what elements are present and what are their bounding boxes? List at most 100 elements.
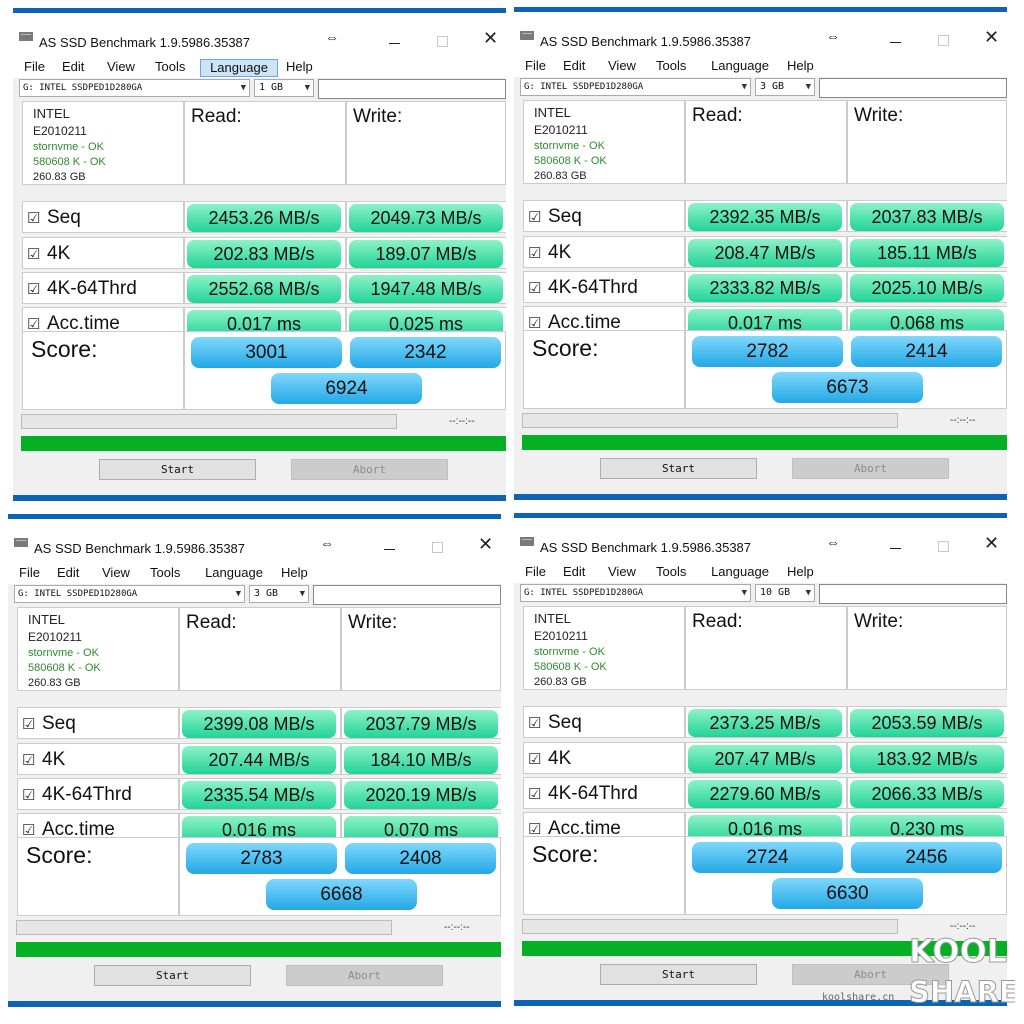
checkbox-seq[interactable]: ☑ bbox=[528, 714, 541, 732]
start-button[interactable]: Start bbox=[94, 965, 251, 986]
score-read: 3001 bbox=[191, 337, 342, 368]
abort-button[interactable]: Abort bbox=[286, 965, 443, 986]
menu-edit[interactable]: Edit bbox=[560, 564, 588, 582]
menu-tools[interactable]: Tools bbox=[152, 59, 188, 77]
close-icon[interactable]: ✕ bbox=[478, 534, 493, 554]
resize-icon: ⇔ bbox=[826, 534, 840, 550]
minimize-icon[interactable] bbox=[890, 42, 901, 43]
menu-view[interactable]: View bbox=[99, 565, 133, 583]
checkbox-4k[interactable]: ☑ bbox=[27, 245, 40, 263]
row-4k-64thrd[interactable]: ☑ 4K-64Thrd bbox=[523, 271, 685, 303]
abort-button[interactable]: Abort bbox=[792, 458, 949, 479]
close-icon[interactable]: ✕ bbox=[483, 28, 498, 48]
menu-language[interactable]: Language bbox=[701, 58, 779, 76]
read-result-seq: 2399.08 MB/s bbox=[182, 710, 336, 738]
row-seq[interactable]: ☑ Seq bbox=[22, 201, 184, 233]
menu-tools[interactable]: Tools bbox=[653, 58, 689, 76]
drive-info-panel: INTEL E2010211 stornvme - OK 580608 K - … bbox=[22, 101, 184, 185]
write-header: Write: bbox=[847, 100, 1007, 184]
menu-file[interactable]: File bbox=[522, 58, 549, 76]
title-bar[interactable]: AS SSD Benchmark 1.9.5986.35387 ⇔ ✕ bbox=[13, 13, 506, 56]
start-button[interactable]: Start bbox=[99, 459, 256, 480]
menu-view[interactable]: View bbox=[605, 58, 639, 76]
menu-tools[interactable]: Tools bbox=[147, 565, 183, 583]
test-size-select[interactable]: 3 GB ▼ bbox=[249, 585, 309, 603]
text-field[interactable] bbox=[819, 78, 1007, 98]
elapsed-time: --:--:-- bbox=[444, 922, 470, 933]
checkbox-seq[interactable]: ☑ bbox=[528, 208, 541, 226]
menu-view[interactable]: View bbox=[104, 59, 138, 77]
menu-language[interactable]: Language bbox=[701, 564, 779, 582]
minimize-icon[interactable] bbox=[890, 548, 901, 549]
text-field[interactable] bbox=[819, 584, 1007, 604]
close-icon[interactable]: ✕ bbox=[984, 533, 999, 553]
menu-view[interactable]: View bbox=[605, 564, 639, 582]
maximize-icon[interactable] bbox=[432, 542, 443, 553]
menu-edit[interactable]: Edit bbox=[54, 565, 82, 583]
drive-select[interactable]: G: INTEL SSDPED1D280GA ▼ bbox=[19, 79, 250, 97]
menu-help[interactable]: Help bbox=[784, 564, 817, 582]
score-label: Score: bbox=[532, 841, 599, 867]
menu-tools[interactable]: Tools bbox=[653, 564, 689, 582]
row-label-4k: 4K bbox=[548, 242, 572, 263]
menu-help[interactable]: Help bbox=[278, 565, 311, 583]
alignment-status: 580608 K - OK bbox=[534, 155, 607, 167]
maximize-icon[interactable] bbox=[437, 36, 448, 47]
menu-language[interactable]: Language bbox=[195, 565, 273, 583]
read-cell-4k: 202.83 MB/s bbox=[184, 237, 346, 269]
write-cell-4k: 183.92 MB/s bbox=[847, 742, 1007, 774]
row-4k[interactable]: ☑ 4K bbox=[22, 237, 184, 269]
drive-select[interactable]: G: INTEL SSDPED1D280GA ▼ bbox=[14, 585, 245, 603]
minimize-icon[interactable] bbox=[384, 549, 395, 550]
row-4k[interactable]: ☑ 4K bbox=[523, 742, 685, 774]
title-bar[interactable]: AS SSD Benchmark 1.9.5986.35387 ⇔ ✕ bbox=[514, 518, 1007, 561]
start-button[interactable]: Start bbox=[600, 964, 757, 985]
drive-select-value: G: INTEL SSDPED1D280GA bbox=[524, 82, 644, 92]
menu-edit[interactable]: Edit bbox=[59, 59, 87, 77]
menu-edit[interactable]: Edit bbox=[560, 58, 588, 76]
row-4k[interactable]: ☑ 4K bbox=[523, 236, 685, 268]
menu-help[interactable]: Help bbox=[283, 59, 316, 77]
write-result-4k: 189.07 MB/s bbox=[349, 240, 503, 268]
menu-language[interactable]: Language bbox=[200, 59, 278, 77]
drive-select[interactable]: G: INTEL SSDPED1D280GA ▼ bbox=[520, 78, 751, 96]
checkbox-4k-64thrd[interactable]: ☑ bbox=[22, 786, 35, 804]
checkbox-4k-64thrd[interactable]: ☑ bbox=[528, 279, 541, 297]
text-field[interactable] bbox=[318, 79, 506, 99]
checkbox-4k[interactable]: ☑ bbox=[22, 751, 35, 769]
menu-file[interactable]: File bbox=[21, 59, 48, 77]
checkbox-4k-64thrd[interactable]: ☑ bbox=[528, 785, 541, 803]
read-cell-seq: 2399.08 MB/s bbox=[179, 707, 341, 739]
text-field[interactable] bbox=[313, 585, 501, 605]
row-4k[interactable]: ☑ 4K bbox=[17, 743, 179, 775]
maximize-icon[interactable] bbox=[938, 541, 949, 552]
close-icon[interactable]: ✕ bbox=[984, 27, 999, 47]
test-size-select[interactable]: 3 GB ▼ bbox=[755, 78, 815, 96]
checkbox-4k-64thrd[interactable]: ☑ bbox=[27, 280, 40, 298]
title-bar[interactable]: AS SSD Benchmark 1.9.5986.35387 ⇔ ✕ bbox=[8, 519, 501, 562]
row-seq[interactable]: ☑ Seq bbox=[523, 706, 685, 738]
row-4k-64thrd[interactable]: ☑ 4K-64Thrd bbox=[17, 778, 179, 810]
drive-select[interactable]: G: INTEL SSDPED1D280GA ▼ bbox=[520, 584, 751, 602]
test-size-select[interactable]: 10 GB ▼ bbox=[755, 584, 815, 602]
row-seq[interactable]: ☑ Seq bbox=[17, 707, 179, 739]
start-button[interactable]: Start bbox=[600, 458, 757, 479]
menu-file[interactable]: File bbox=[522, 564, 549, 582]
checkbox-4k[interactable]: ☑ bbox=[528, 750, 541, 768]
abort-button[interactable]: Abort bbox=[291, 459, 448, 480]
checkbox-seq[interactable]: ☑ bbox=[27, 209, 40, 227]
menu-file[interactable]: File bbox=[16, 565, 43, 583]
checkbox-seq[interactable]: ☑ bbox=[22, 715, 35, 733]
score-write: 2414 bbox=[851, 336, 1002, 367]
benchmark-window-1: AS SSD Benchmark 1.9.5986.35387 ⇔ ✕ File… bbox=[13, 8, 506, 501]
row-4k-64thrd[interactable]: ☑ 4K-64Thrd bbox=[22, 272, 184, 304]
checkbox-4k[interactable]: ☑ bbox=[528, 244, 541, 262]
menu-help[interactable]: Help bbox=[784, 58, 817, 76]
score-label: Score: bbox=[532, 335, 599, 361]
title-bar[interactable]: AS SSD Benchmark 1.9.5986.35387 ⇔ ✕ bbox=[514, 12, 1007, 55]
test-size-select[interactable]: 1 GB ▼ bbox=[254, 79, 314, 97]
row-4k-64thrd[interactable]: ☑ 4K-64Thrd bbox=[523, 777, 685, 809]
row-seq[interactable]: ☑ Seq bbox=[523, 200, 685, 232]
maximize-icon[interactable] bbox=[938, 35, 949, 46]
minimize-icon[interactable] bbox=[389, 43, 400, 44]
